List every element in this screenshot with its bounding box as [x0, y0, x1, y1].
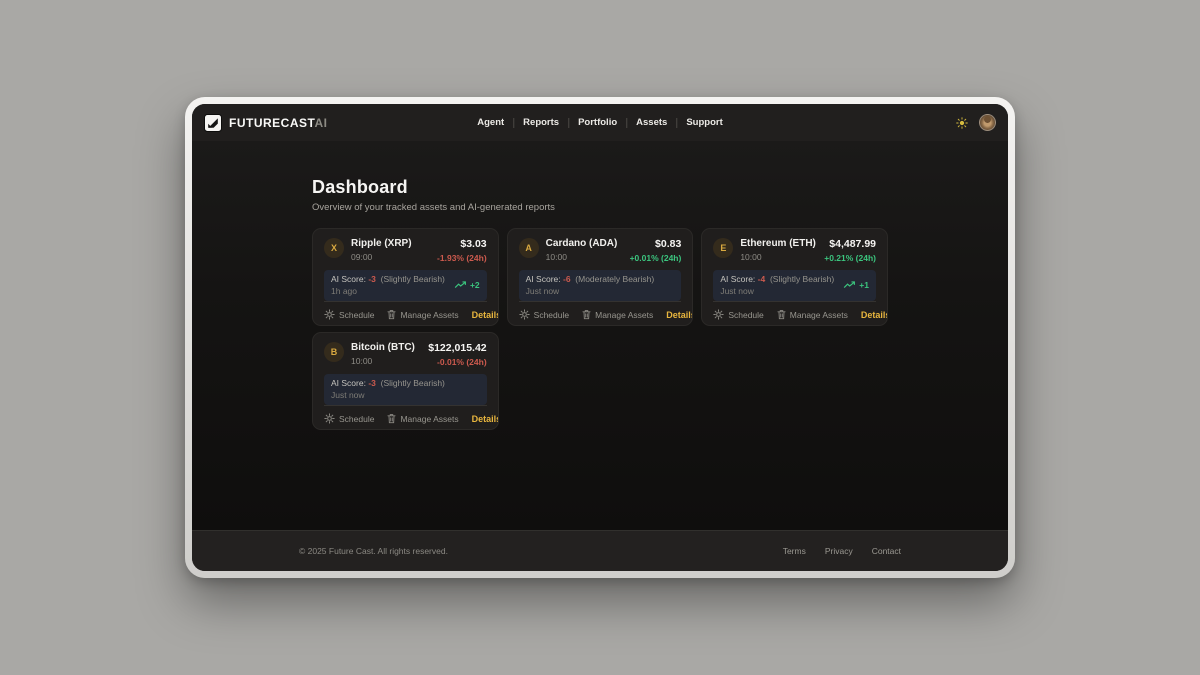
footer-link-privacy[interactable]: Privacy: [825, 546, 853, 556]
trash-icon: [387, 413, 396, 424]
asset-card-bitcoin: B Bitcoin (BTC) 10:00 $122,015.42 -0.01%…: [312, 332, 499, 430]
ai-score-sentiment: (Slightly Bearish): [770, 274, 834, 284]
asset-time: 10:00: [546, 252, 618, 262]
schedule-button[interactable]: Schedule: [324, 413, 374, 424]
details-link[interactable]: Details: [666, 310, 693, 320]
ai-score-value: -3: [368, 378, 376, 388]
app-window: FUTURECASTAI Agent Reports Portfolio Ass…: [192, 104, 1008, 571]
details-link[interactable]: Details: [472, 414, 499, 424]
asset-card-ethereum: E Ethereum (ETH) 10:00 $4,487.99 +0.21% …: [701, 228, 888, 326]
coin-avatar: B: [324, 342, 344, 362]
asset-name: Bitcoin (BTC): [351, 342, 415, 353]
asset-updated: 1h ago: [331, 286, 445, 296]
nav-item-agent[interactable]: Agent: [477, 117, 504, 128]
asset-change: -1.93% (24h): [437, 253, 487, 263]
app-header: FUTURECASTAI Agent Reports Portfolio Ass…: [192, 104, 1008, 141]
trending-up-icon: [454, 281, 467, 289]
manage-assets-button[interactable]: Manage Assets: [777, 309, 848, 320]
page-subtitle: Overview of your tracked assets and AI-g…: [312, 202, 888, 213]
ai-score-value: -4: [758, 274, 766, 284]
nav-item-assets[interactable]: Assets: [636, 117, 667, 128]
ai-score-band: AI Score: -3 (Slightly Bearish) Just now: [324, 374, 487, 406]
nav-separator: [676, 118, 677, 128]
schedule-button[interactable]: Schedule: [713, 309, 763, 320]
site-footer: © 2025 Future Cast. All rights reserved.…: [192, 530, 1008, 571]
ai-score-sentiment: (Slightly Bearish): [381, 274, 445, 284]
user-avatar[interactable]: [979, 114, 996, 131]
gear-icon: [713, 309, 724, 320]
trash-icon: [582, 309, 591, 320]
nav-item-support[interactable]: Support: [686, 117, 722, 128]
asset-price: $0.83: [630, 238, 682, 250]
asset-updated: Just now: [526, 286, 655, 296]
footer-link-contact[interactable]: Contact: [872, 546, 901, 556]
gear-icon: [324, 309, 335, 320]
brand-logo-icon: [204, 114, 222, 132]
asset-price: $122,015.42: [428, 342, 486, 354]
trash-icon: [777, 309, 786, 320]
gear-icon: [519, 309, 530, 320]
brand[interactable]: FUTURECASTAI: [204, 114, 327, 132]
coin-avatar: E: [713, 238, 733, 258]
ai-score-value: -6: [563, 274, 571, 284]
nav-separator: [513, 118, 514, 128]
asset-change: +0.01% (24h): [630, 253, 682, 263]
main-area: Dashboard Overview of your tracked asset…: [192, 141, 1008, 530]
gear-icon: [324, 413, 335, 424]
page-title: Dashboard: [312, 177, 888, 198]
details-link[interactable]: Details: [861, 310, 888, 320]
manage-assets-button[interactable]: Manage Assets: [582, 309, 653, 320]
asset-change: +0.21% (24h): [824, 253, 876, 263]
header-actions: [956, 114, 996, 131]
asset-time: 09:00: [351, 252, 412, 262]
brand-name: FUTURECASTAI: [229, 116, 327, 130]
ai-score-sentiment: (Moderately Bearish): [575, 274, 654, 284]
asset-time: 10:00: [351, 356, 415, 366]
asset-price: $3.03: [437, 238, 487, 250]
asset-change: -0.01% (24h): [428, 357, 486, 367]
manage-assets-button[interactable]: Manage Assets: [387, 309, 458, 320]
trend-indicator: +2: [454, 280, 480, 290]
device-frame: FUTURECASTAI Agent Reports Portfolio Ass…: [185, 97, 1015, 578]
ai-score-band: AI Score: -3 (Slightly Bearish) 1h ago +…: [324, 270, 487, 302]
coin-avatar: X: [324, 238, 344, 258]
manage-assets-button[interactable]: Manage Assets: [387, 413, 458, 424]
asset-updated: Just now: [720, 286, 834, 296]
asset-price: $4,487.99: [824, 238, 876, 250]
trend-indicator: +1: [843, 280, 869, 290]
schedule-button[interactable]: Schedule: [519, 309, 569, 320]
asset-name: Ethereum (ETH): [740, 238, 816, 249]
copyright-text: © 2025 Future Cast. All rights reserved.: [299, 546, 448, 556]
nav-item-reports[interactable]: Reports: [523, 117, 559, 128]
theme-toggle-sun-icon[interactable]: [956, 117, 968, 129]
asset-name: Cardano (ADA): [546, 238, 618, 249]
nav-separator: [568, 118, 569, 128]
asset-time: 10:00: [740, 252, 816, 262]
ai-score-band: AI Score: -6 (Moderately Bearish) Just n…: [519, 270, 682, 302]
asset-card-grid: X Ripple (XRP) 09:00 $3.03 -1.93% (24h): [312, 228, 888, 430]
details-link[interactable]: Details: [472, 310, 499, 320]
main-nav: Agent Reports Portfolio Assets Support: [477, 117, 722, 128]
ai-score-value: -3: [368, 274, 376, 284]
ai-score-sentiment: (Slightly Bearish): [381, 378, 445, 388]
coin-avatar: A: [519, 238, 539, 258]
nav-separator: [626, 118, 627, 128]
asset-card-ripple: X Ripple (XRP) 09:00 $3.03 -1.93% (24h): [312, 228, 499, 326]
schedule-button[interactable]: Schedule: [324, 309, 374, 320]
footer-links: Terms Privacy Contact: [783, 546, 901, 556]
trending-up-icon: [843, 281, 856, 289]
asset-name: Ripple (XRP): [351, 238, 412, 249]
nav-item-portfolio[interactable]: Portfolio: [578, 117, 617, 128]
footer-link-terms[interactable]: Terms: [783, 546, 806, 556]
ai-score-band: AI Score: -4 (Slightly Bearish) Just now…: [713, 270, 876, 302]
trash-icon: [387, 309, 396, 320]
asset-card-cardano: A Cardano (ADA) 10:00 $0.83 +0.01% (24h): [507, 228, 694, 326]
asset-updated: Just now: [331, 390, 445, 400]
